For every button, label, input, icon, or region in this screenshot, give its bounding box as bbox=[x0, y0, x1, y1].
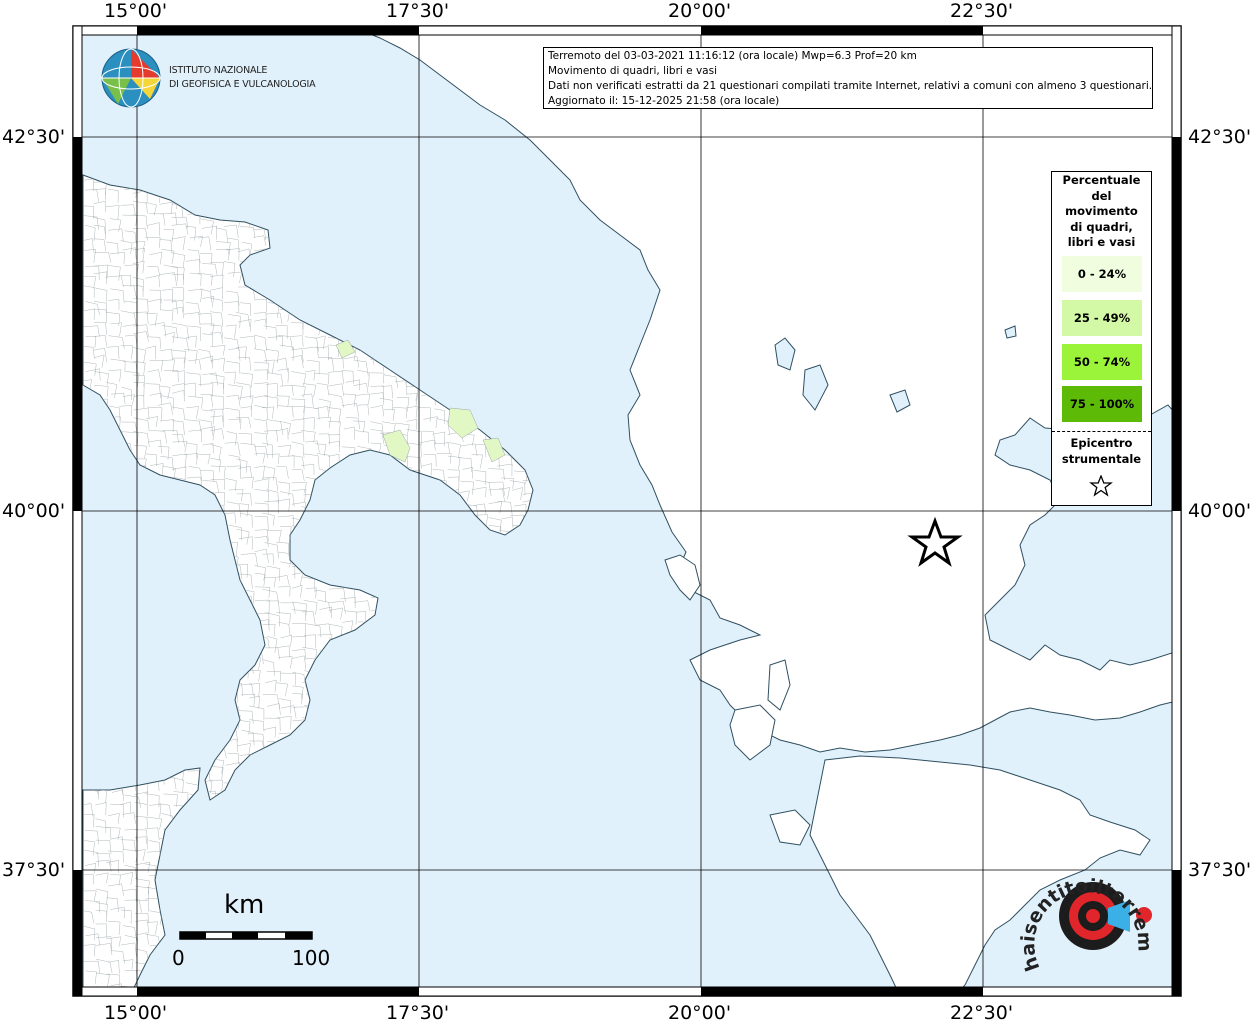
event-info-line: Dati non verificati estratti da 21 quest… bbox=[548, 80, 1153, 92]
lon-label-bottom: 22°30' bbox=[950, 1002, 1014, 1024]
legend-epicenter-line: strumentale bbox=[1061, 452, 1142, 466]
legend-item: 25 - 49% bbox=[1062, 300, 1142, 336]
legend-title-line: movimento bbox=[1065, 204, 1138, 218]
lat-label-left: 37°30' bbox=[2, 859, 66, 881]
event-info-box: Terremoto del 03-03-2021 11:16:12 (ora l… bbox=[543, 47, 1153, 109]
scale-max-label: 100 bbox=[292, 946, 331, 970]
lon-label-top: 17°30' bbox=[386, 0, 450, 22]
haisentito-watermark: haisentitoilterremoto.it bbox=[1010, 840, 1156, 974]
lon-label-bottom: 15°00' bbox=[104, 1002, 168, 1024]
legend-star-icon bbox=[1089, 475, 1113, 497]
lat-label-right: 40°00' bbox=[1188, 500, 1252, 522]
haisentito-watermark-text: haisentitoilterremoto.it bbox=[1010, 840, 1156, 974]
legend-title-line: libri e vasi bbox=[1067, 235, 1136, 249]
legend-epicenter-line: Epicentro bbox=[1070, 436, 1133, 450]
event-info-line: Terremoto del 03-03-2021 11:16:12 (ora l… bbox=[548, 50, 917, 62]
scale-unit-label: km bbox=[224, 890, 265, 920]
legend-item: 75 - 100% bbox=[1062, 386, 1142, 422]
ingv-logo-line: DI GEOFISICA E VULCANOLOGIA bbox=[169, 79, 316, 90]
lat-label-left: 42°30' bbox=[2, 126, 66, 148]
lat-label-right: 42°30' bbox=[1188, 126, 1252, 148]
lon-label-bottom: 17°30' bbox=[386, 1002, 450, 1024]
scale-bar bbox=[179, 931, 313, 940]
lon-label-bottom: 20°00' bbox=[668, 1002, 732, 1024]
legend-divider bbox=[1052, 431, 1151, 432]
event-info-line: Movimento di quadri, libri e vasi bbox=[548, 65, 717, 77]
legend-epicenter-label: Epicentro strumentale bbox=[1052, 435, 1151, 467]
ingv-globe-icon bbox=[101, 48, 161, 108]
legend-title-line: del bbox=[1091, 188, 1112, 203]
legend-title-line: Percentuale bbox=[1062, 173, 1141, 187]
scale-min-label: 0 bbox=[172, 946, 185, 970]
legend-title-line: di quadri, bbox=[1070, 219, 1133, 234]
event-info-line: Aggiornato il: 15-12-2025 21:58 (ora loc… bbox=[548, 95, 780, 107]
lon-label-top: 22°30' bbox=[950, 0, 1014, 22]
lon-label-top: 15°00' bbox=[104, 0, 168, 22]
lat-label-left: 40°00' bbox=[2, 500, 66, 522]
lon-label-top: 20°00' bbox=[668, 0, 732, 22]
legend-item: 50 - 74% bbox=[1062, 344, 1142, 380]
lat-label-right: 37°30' bbox=[1188, 859, 1252, 881]
intensity-map: 15°00' 17°30' 20°00' 22°30' 15°00' 17°30… bbox=[0, 0, 1254, 1024]
ingv-logo-text: ISTITUTO NAZIONALE DI GEOFISICA E VULCAN… bbox=[169, 64, 316, 92]
legend: Percentuale del movimento di quadri, lib… bbox=[1051, 171, 1152, 506]
legend-item: 0 - 24% bbox=[1062, 256, 1142, 292]
legend-title: Percentuale del movimento di quadri, lib… bbox=[1052, 172, 1151, 251]
ingv-logo-line: ISTITUTO NAZIONALE bbox=[169, 65, 268, 76]
